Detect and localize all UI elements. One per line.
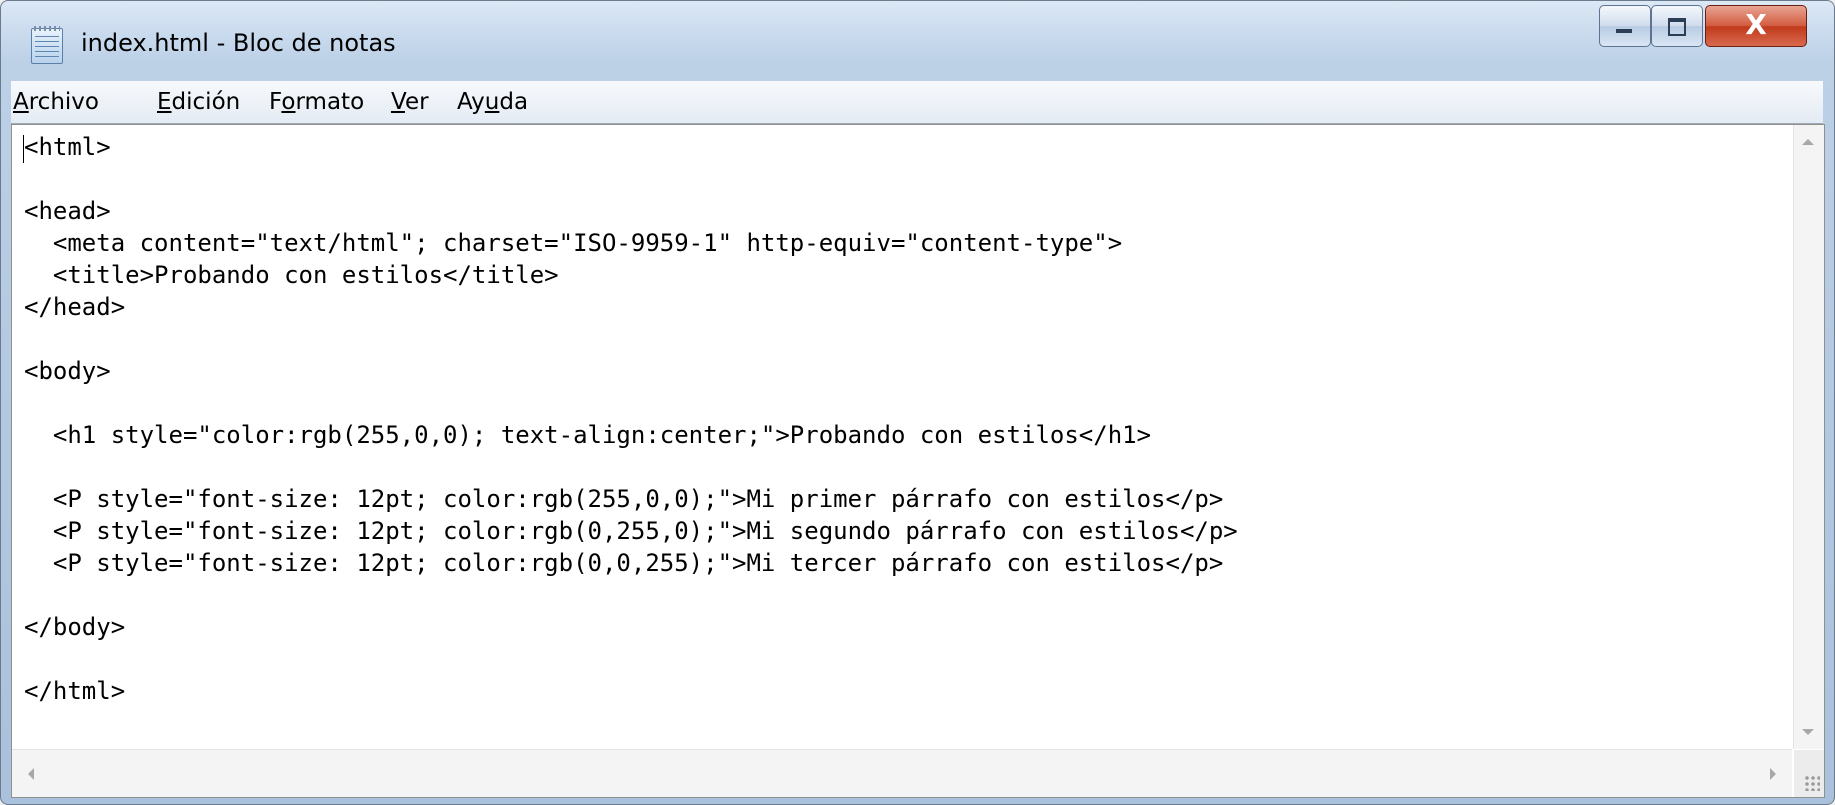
maximize-icon [1668,18,1686,36]
code-line: </html> [24,677,126,705]
scroll-right-icon[interactable] [1770,768,1776,780]
menu-bar: Archivo Edición Formato Ver Ayuda [11,81,1823,124]
text-editor[interactable]: <html> <head> <meta content="text/html";… [11,124,1825,798]
minimize-button[interactable] [1599,5,1651,47]
code-line: <head> [24,197,111,225]
code-line: <html> [24,133,111,161]
code-line: <h1 style="color:rgb(255,0,0); text-alig… [24,421,1152,449]
scroll-left-icon[interactable] [28,768,34,780]
menu-label: Edición [157,89,241,115]
menu-label: Formato [269,89,365,115]
notepad-window: index.html - Bloc de notas X Archivo Edi… [0,0,1835,805]
horizontal-scrollbar[interactable] [12,749,1792,797]
menu-label: Archivo [13,89,99,115]
text-area[interactable]: <html> <head> <meta content="text/html";… [12,125,1792,749]
resize-grip-icon[interactable] [1804,775,1820,791]
resize-corner[interactable] [1794,750,1824,797]
code-line: <body> [24,357,111,385]
menu-ayuda[interactable]: Ayuda [457,89,528,115]
code-line: <title>Probando con estilos</title> [24,261,559,289]
code-line: <P style="font-size: 12pt; color:rgb(0,2… [24,517,1238,545]
menu-label: Ver [391,89,429,115]
window-title: index.html - Bloc de notas [81,29,396,57]
menu-formato[interactable]: Formato [269,89,364,115]
code-line: </body> [24,613,126,641]
maximize-button[interactable] [1651,5,1703,47]
menu-label: Ayuda [457,89,529,115]
scroll-down-icon[interactable] [1802,729,1814,735]
close-button[interactable]: X [1705,5,1807,47]
menu-archivo[interactable]: Archivo [13,89,99,115]
code-line: <P style="font-size: 12pt; color:rgb(0,0… [24,549,1224,577]
vertical-scrollbar[interactable] [1793,125,1824,749]
title-bar[interactable]: index.html - Bloc de notas X [1,1,1834,81]
menu-edicion[interactable]: Edición [157,89,240,115]
close-icon: X [1745,8,1767,41]
notepad-icon[interactable] [31,26,63,64]
code-line: <meta content="text/html"; charset="ISO-… [24,229,1123,257]
code-line: </head> [24,293,126,321]
scroll-up-icon[interactable] [1802,139,1814,145]
minimize-icon [1616,29,1632,33]
menu-ver[interactable]: Ver [391,89,429,115]
code-line: <P style="font-size: 12pt; color:rgb(255… [24,485,1224,513]
